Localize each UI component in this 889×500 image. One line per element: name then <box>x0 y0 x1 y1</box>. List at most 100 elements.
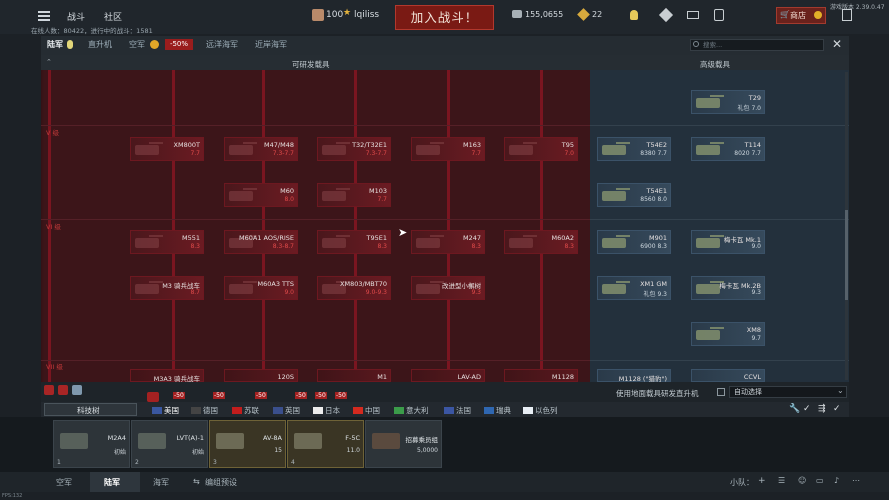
crew-slot[interactable]: M2A4 初始 1 <box>53 420 130 468</box>
friends-icon[interactable]: ☺ <box>798 476 806 485</box>
premium-vehicle-card[interactable]: 梅卡瓦 Mk.2B 9.3 <box>691 276 765 300</box>
tab-helicopters[interactable]: 直升机 <box>88 39 112 50</box>
vehicle-card[interactable]: XM803/MBT70 9.0-9.3 <box>317 276 391 300</box>
premium-vehicle-card[interactable]: T114 8020 7.7 <box>691 137 765 161</box>
avatar[interactable] <box>312 9 324 21</box>
nation-japan[interactable]: 日本 <box>313 405 340 416</box>
vehicle-name: M551 <box>181 234 200 242</box>
vehicle-card[interactable]: M551 8.3 <box>130 230 204 254</box>
rank-divider <box>41 360 590 361</box>
premium-vehicle-card[interactable]: T54E1 8560 8.0 <box>597 183 671 207</box>
scrollbar-thumb[interactable] <box>845 210 848 300</box>
nation-sweden[interactable]: 瑞典 <box>484 405 511 416</box>
nation-ussr[interactable]: 苏联 <box>232 405 259 416</box>
crate-icon[interactable] <box>714 9 724 21</box>
vehicle-card[interactable]: M3 骑兵战车 8.7 <box>130 276 204 300</box>
premium-vehicle-card[interactable]: M901 6900 8.3 <box>597 230 671 254</box>
tab-aviation[interactable]: 空军 <box>129 39 145 50</box>
vehicle-card[interactable]: M247 8.3 <box>411 230 485 254</box>
vehicle-card[interactable]: T32/T32E1 7.3-7.7 <box>317 137 391 161</box>
vehicle-card[interactable]: M1 <box>317 369 391 382</box>
tank-icon <box>602 188 630 201</box>
vehicle-card[interactable]: M1128 <box>504 369 578 382</box>
close-icon[interactable]: ✕ <box>832 38 842 50</box>
gift-icon[interactable] <box>687 11 699 19</box>
premium-vehicle-card[interactable]: T54E2 8380 7.7 <box>597 137 671 161</box>
main-menu-icon[interactable] <box>38 11 50 21</box>
collapse-up-icon[interactable]: ⌃ <box>46 58 52 66</box>
nav-aviation[interactable]: 空军 <box>56 477 72 488</box>
gold-balance: 22 <box>592 10 603 19</box>
battle-rating: 礼包 9.3 <box>643 291 667 298</box>
player-name[interactable]: lqiliss <box>354 10 379 20</box>
france-flag-icon <box>444 407 454 414</box>
lightbulb-icon[interactable] <box>630 10 638 20</box>
crew-slot[interactable]: F-5C 11.0 4 <box>287 420 364 468</box>
nation-israel[interactable]: 以色列 <box>523 405 558 416</box>
recruit-crew-slot[interactable]: 招募乘员组 5,0000 <box>365 420 442 468</box>
chat-icon[interactable]: ▭ <box>816 476 824 485</box>
premium-vehicle-card[interactable]: M1128 ("猎豹") <box>597 369 671 383</box>
vehicle-card[interactable]: T95 7.0 <box>504 137 578 161</box>
nation-britain[interactable]: 英国 <box>273 405 300 416</box>
repair-all-icon[interactable]: ⇶ <box>818 404 826 414</box>
discount-icon <box>147 392 159 402</box>
star-icon: ★ <box>343 8 352 18</box>
nation-france[interactable]: 法国 <box>444 405 471 416</box>
vehicle-card[interactable]: M47/M48 7.3-7.7 <box>224 137 298 161</box>
vehicle-card[interactable]: XM800T 7.7 <box>130 137 204 161</box>
menu-dots-icon[interactable]: ⋯ <box>852 476 860 485</box>
premium-vehicle-card[interactable]: T29 礼包 7.0 <box>691 90 765 114</box>
vehicle-card[interactable]: M60A2 8.3 <box>504 230 578 254</box>
vehicle-card[interactable]: M163 7.7 <box>411 137 485 161</box>
slot-status: 15 <box>274 447 282 454</box>
search-input[interactable]: 搜索... <box>690 39 824 51</box>
vehicle-card[interactable]: LAV-AD <box>411 369 485 382</box>
voice-icon[interactable]: ♪ <box>834 476 839 485</box>
tab-bluewater[interactable]: 远洋海军 <box>206 39 238 50</box>
vehicle-card[interactable]: 改进型小檞树 9.3 <box>411 276 485 300</box>
nation-china[interactable]: 中国 <box>353 405 380 416</box>
premium-vehicle-card[interactable]: CCVL <box>691 369 765 382</box>
premium-vehicle-card[interactable]: XM8 9.7 <box>691 322 765 346</box>
tab-ground[interactable]: 陆军 <box>47 39 63 50</box>
crew-slot[interactable]: AV-8A 15 3 <box>209 420 286 468</box>
join-battle-button[interactable]: 加入战斗！ <box>395 5 494 30</box>
italy-flag-icon <box>394 407 404 414</box>
nav-presets[interactable]: 编组预设 <box>205 477 237 488</box>
list-icon[interactable]: ☰ <box>778 476 785 485</box>
menu-community[interactable]: 社区 <box>104 10 122 23</box>
direct-research-checkbox[interactable] <box>717 388 725 396</box>
vehicle-card[interactable]: M60 8.0 <box>224 183 298 207</box>
wrench-icon[interactable]: 🔧 <box>789 404 800 414</box>
vehicle-card[interactable]: M103 7.7 <box>317 183 391 207</box>
vehicle-name: T95E1 <box>366 234 387 242</box>
vehicle-name: M901 <box>648 234 667 242</box>
vehicle-card[interactable]: T95E1 8.3 <box>317 230 391 254</box>
vehicle-name: M1128 <box>551 373 574 381</box>
checkmark-icon[interactable]: ✓ <box>803 404 811 414</box>
rank-divider <box>41 219 590 220</box>
battle-rating: 8.3 <box>471 243 481 250</box>
tab-coastal[interactable]: 近岸海军 <box>255 39 287 50</box>
hint-bulb-icon <box>67 40 73 49</box>
nav-naval[interactable]: 海军 <box>153 477 169 488</box>
vehicle-card[interactable]: M60A3 TTS 9.0 <box>224 276 298 300</box>
crew-slot[interactable]: LVT(A)-1 初始 2 <box>131 420 208 468</box>
premium-vehicle-card[interactable]: 梅卡瓦 Mk.1 9.0 <box>691 230 765 254</box>
nation-italy[interactable]: 意大利 <box>394 405 429 416</box>
premium-vehicle-card[interactable]: XM1 GM 礼包 9.3 <box>597 276 671 300</box>
menu-battle[interactable]: 战斗 <box>67 10 85 23</box>
vehicle-name: M1 <box>377 373 387 381</box>
nation-germany[interactable]: 德国 <box>191 405 218 416</box>
premium-header: 高级载具 <box>700 60 730 69</box>
vehicle-card[interactable]: M60A1 AOS/RISE 8.3-8.7 <box>224 230 298 254</box>
accept-all-icon[interactable]: ✓ <box>833 404 841 414</box>
add-squad-icon[interactable]: + <box>758 476 766 486</box>
vehicle-card[interactable]: M3A3 骑兵战车 <box>130 369 204 383</box>
vehicle-card[interactable]: 120S <box>224 369 298 382</box>
nav-ground[interactable]: 陆军 <box>104 477 120 488</box>
nation-usa[interactable]: 美国 <box>152 405 179 416</box>
vehicle-name: T54E2 <box>646 141 667 149</box>
auto-select-dropdown[interactable]: 自动选择 <box>729 386 847 398</box>
